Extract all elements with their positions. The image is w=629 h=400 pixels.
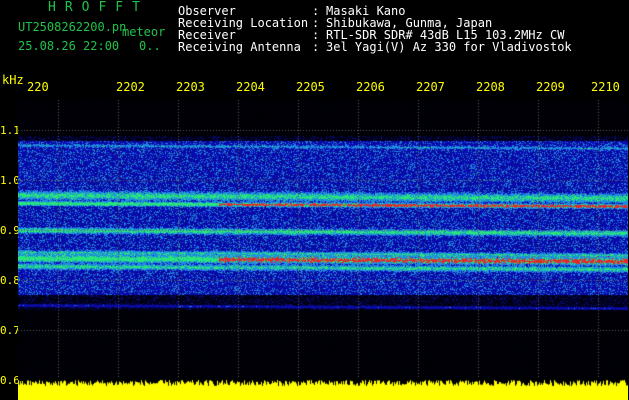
antenna-value: 3el Yagi(V) Az 330 for Vladivostok <box>326 40 572 54</box>
time-tick: 2206 <box>356 80 385 94</box>
app-title: HROFFT <box>48 0 149 15</box>
time-tick: 2203 <box>176 80 205 94</box>
time-tick: 2202 <box>116 80 145 94</box>
signal-level-strip <box>18 378 628 400</box>
freq-tick: 0.8 <box>0 274 20 287</box>
count-label: 0.. <box>139 39 161 53</box>
freq-tick: 0.9 <box>0 224 20 237</box>
frequency-unit-label: kHz <box>2 73 24 87</box>
time-tick: 2205 <box>296 80 325 94</box>
filename-label: UT2508262200.pn <box>18 20 127 34</box>
freq-tick: 1.0 <box>0 174 20 187</box>
datetime-label: 25.08.26 22:00 <box>18 39 120 53</box>
spectrogram-canvas <box>18 100 628 380</box>
freq-tick: 1.1 <box>0 124 20 137</box>
mode-label: meteor <box>122 25 166 39</box>
time-tick: 2207 <box>416 80 445 94</box>
antenna-label: Receiving Antenna <box>178 40 301 54</box>
time-tick: 2209 <box>536 80 565 94</box>
freq-tick: 0.6 <box>0 374 20 387</box>
time-tick: 2210 <box>591 80 620 94</box>
freq-tick: 0.7 <box>0 324 20 337</box>
time-tick: 2204 <box>236 80 265 94</box>
time-tick: 2208 <box>476 80 505 94</box>
antenna-colon: : <box>312 40 320 54</box>
time-tick: 220 <box>27 80 49 94</box>
